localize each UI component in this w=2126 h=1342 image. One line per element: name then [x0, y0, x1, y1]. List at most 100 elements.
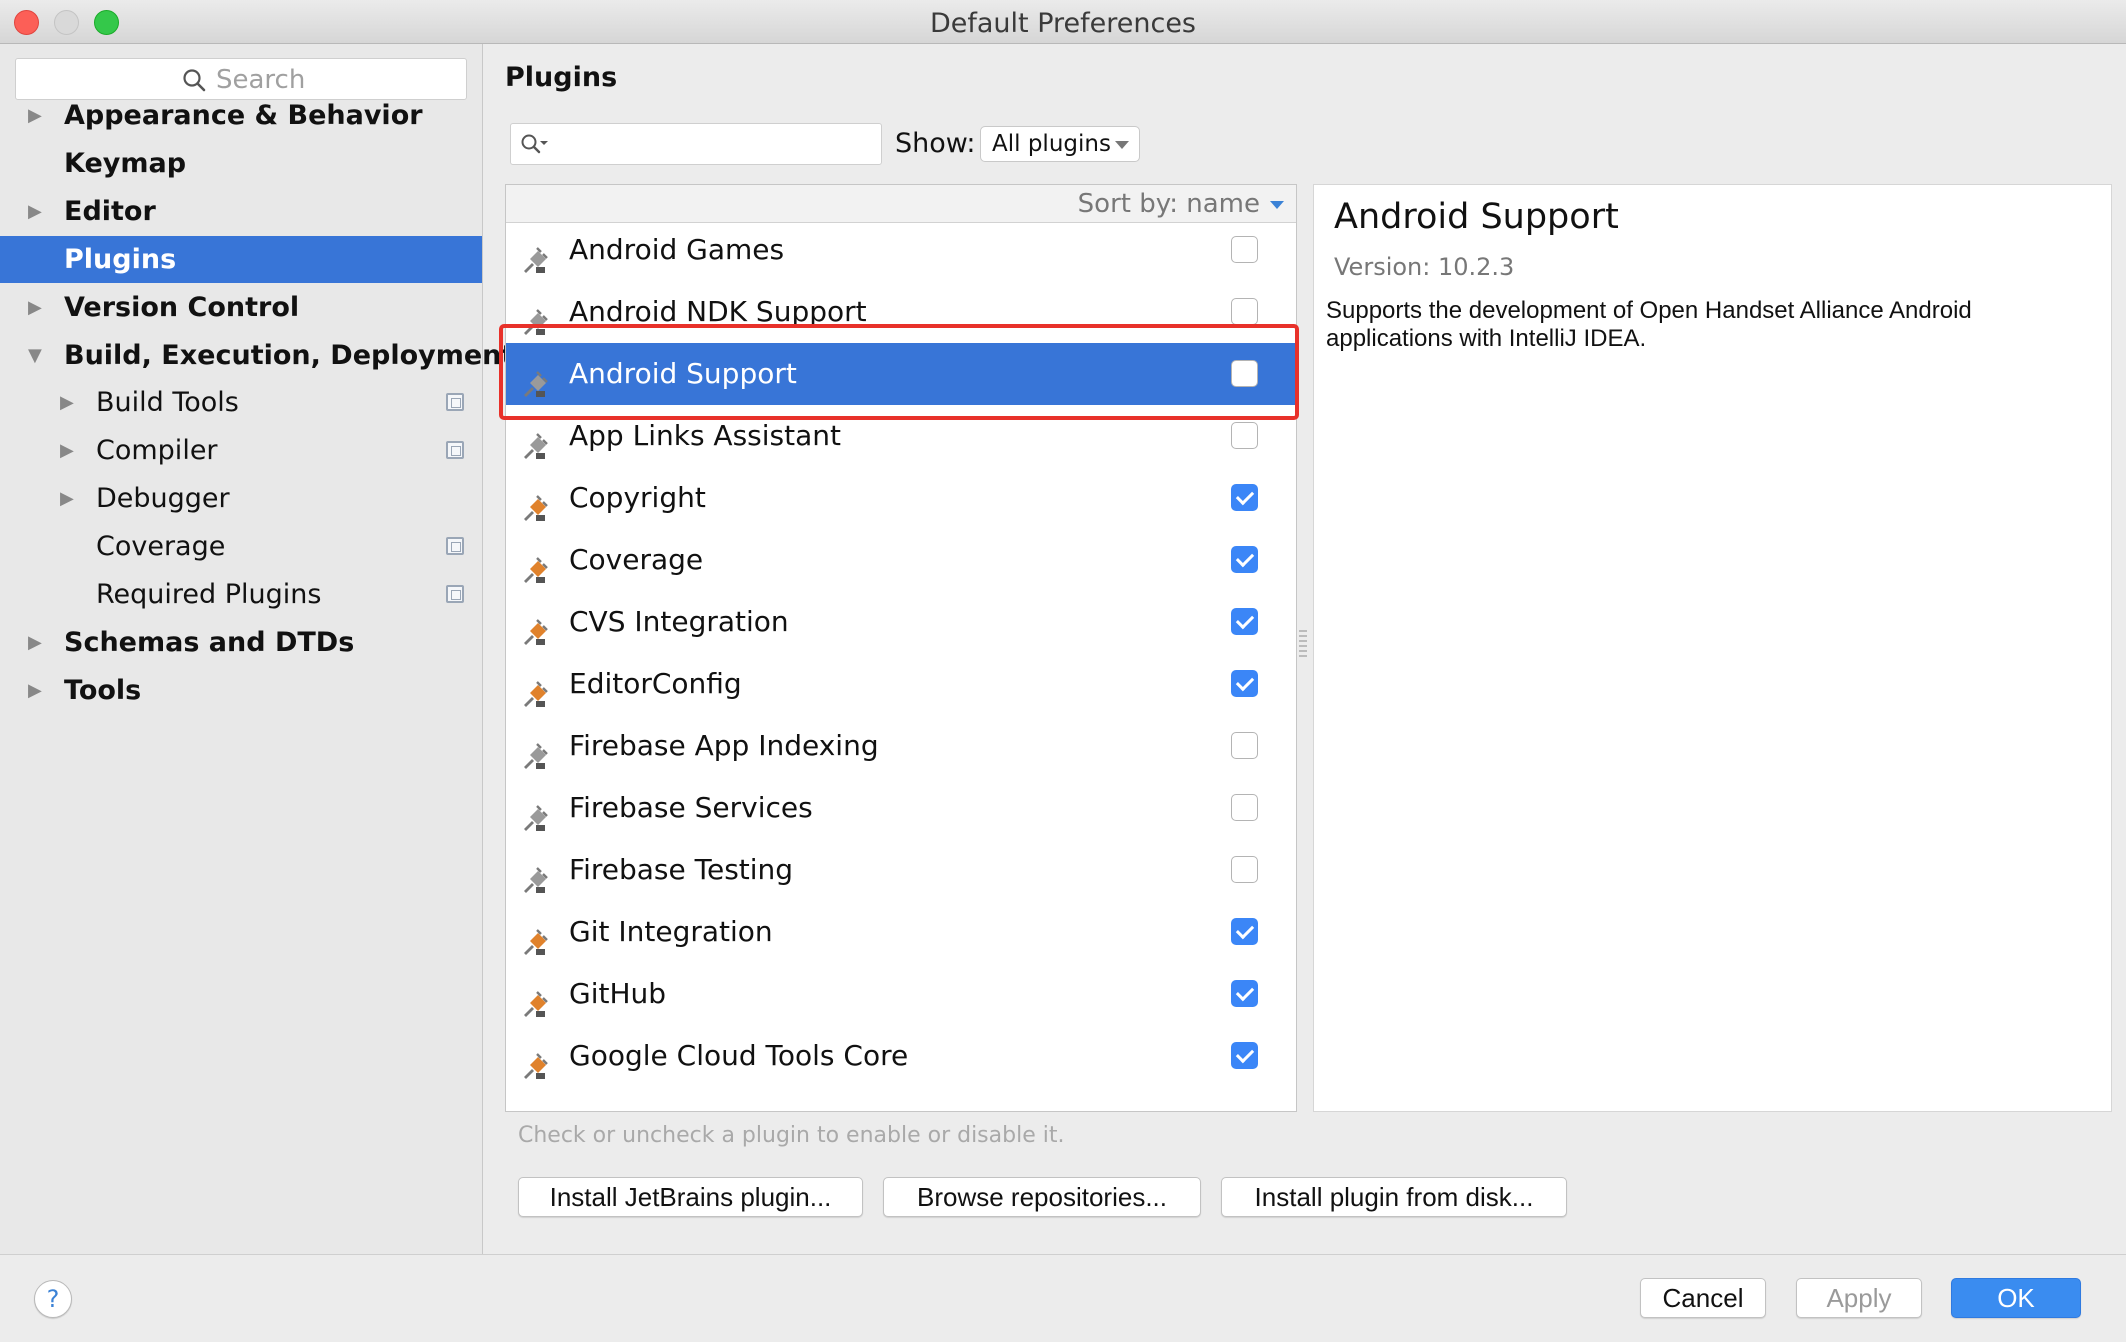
project-settings-icon [446, 393, 464, 412]
triangle-right-icon[interactable]: ▶ [28, 188, 48, 235]
plugin-enable-checkbox[interactable] [1231, 608, 1258, 635]
plugin-row-git-integration[interactable]: Git Integration [506, 901, 1296, 963]
plugin-row-app-links-assistant[interactable]: App Links Assistant [506, 405, 1296, 467]
plugin-enable-checkbox[interactable] [1231, 422, 1258, 449]
plug-icon [520, 545, 552, 583]
plug-icon [520, 731, 552, 769]
plugin-row-copyright[interactable]: Copyright [506, 467, 1296, 529]
plugin-name: Firebase Services [569, 791, 813, 824]
plugin-row-google-cloud-tools-core[interactable]: Google Cloud Tools Core [506, 1025, 1296, 1087]
plugin-detail-name: Android Support [1334, 197, 1619, 237]
plugin-enable-checkbox[interactable] [1231, 1042, 1258, 1069]
sidebar-item-build-tools[interactable]: ▶ Build Tools [0, 379, 482, 426]
sidebar-item-tools[interactable]: ▶ Tools [0, 667, 482, 714]
plugin-row-github[interactable]: GitHub [506, 963, 1296, 1025]
sidebar-item-label: Required Plugins [96, 579, 322, 610]
show-select-value: All plugins [992, 131, 1111, 157]
plugin-name: Android Games [569, 233, 785, 266]
plugin-row-cvs-integration[interactable]: CVS Integration [506, 591, 1296, 653]
plugin-name: Copyright [569, 481, 706, 514]
plugin-enable-checkbox[interactable] [1231, 794, 1258, 821]
plugin-row-firebase-testing[interactable]: Firebase Testing [506, 839, 1296, 901]
footer-divider [0, 1254, 2126, 1255]
splitter-handle[interactable] [1299, 630, 1307, 660]
project-settings-icon [446, 537, 464, 556]
plug-icon [520, 979, 552, 1017]
plugin-detail-version: Version: 10.2.3 [1334, 253, 1515, 281]
plugin-name: Android NDK Support [569, 295, 867, 328]
project-settings-icon [446, 441, 464, 460]
plugin-name: Firebase Testing [569, 853, 794, 886]
plug-icon [520, 917, 552, 955]
plugin-name: CVS Integration [569, 605, 789, 638]
plugin-enable-checkbox[interactable] [1231, 546, 1258, 573]
show-plugins-select[interactable]: All plugins [980, 126, 1140, 162]
plug-icon [520, 793, 552, 831]
sidebar-item-compiler[interactable]: ▶ Compiler [0, 427, 482, 474]
triangle-right-icon[interactable]: ▶ [60, 475, 80, 522]
plug-icon [520, 669, 552, 707]
sidebar-item-coverage[interactable]: Coverage [0, 523, 482, 570]
plugin-name: Google Cloud Tools Core [569, 1039, 909, 1072]
settings-sidebar: Search ▶ Appearance & Behavior Keymap ▶ Edit… [0, 44, 514, 1255]
sidebar-item-required-plugins[interactable]: Required Plugins [0, 571, 482, 618]
plugin-enable-checkbox[interactable] [1231, 980, 1258, 1007]
plugin-enable-checkbox[interactable] [1231, 670, 1258, 697]
plugin-enable-checkbox[interactable] [1231, 360, 1258, 387]
sidebar-item-editor[interactable]: ▶ Editor [0, 188, 482, 235]
plugin-row-editorconfig[interactable]: EditorConfig [506, 653, 1296, 715]
plugin-name: Coverage [569, 543, 704, 576]
plugin-row-coverage[interactable]: Coverage [506, 529, 1296, 591]
ok-button[interactable]: OK [1951, 1278, 2081, 1318]
sidebar-item-keymap[interactable]: Keymap [0, 140, 482, 187]
sort-bar[interactable]: Sort by: name [506, 185, 1296, 223]
triangle-right-icon[interactable]: ▶ [28, 667, 48, 714]
triangle-down-icon[interactable]: ▼ [28, 332, 48, 379]
sidebar-item-build-execution-deployment[interactable]: ▼ Build, Execution, Deployment [0, 332, 514, 379]
plugin-enable-checkbox[interactable] [1231, 918, 1258, 945]
triangle-right-icon[interactable]: ▶ [28, 284, 48, 331]
install-jetbrains-plugin-button[interactable]: Install JetBrains plugin... [518, 1177, 863, 1217]
sidebar-item-label: Compiler [96, 435, 218, 467]
sort-by-label[interactable]: Sort by: name [1078, 189, 1260, 219]
plugin-enable-checkbox[interactable] [1231, 236, 1258, 263]
plugin-enable-checkbox[interactable] [1231, 732, 1258, 759]
window-title: Default Preferences [929, 8, 1197, 39]
plugin-detail-description: Supports the development of Open Handset… [1326, 297, 1972, 352]
browse-repositories-button[interactable]: Browse repositories... [883, 1177, 1201, 1217]
plug-icon [520, 235, 552, 273]
triangle-right-icon[interactable]: ▶ [28, 92, 48, 139]
plugin-filter-input[interactable] [510, 123, 882, 165]
search-dropdown-icon [521, 134, 548, 154]
sidebar-item-schemas-and-dtds[interactable]: ▶ Schemas and DTDs [0, 619, 482, 666]
plugin-detail-panel: Android Support Version: 10.2.3 Supports… [1313, 184, 2112, 1112]
sidebar-item-label: Editor [64, 195, 156, 227]
plug-icon [520, 855, 552, 893]
cancel-button[interactable]: Cancel [1640, 1278, 1766, 1318]
plugin-name: Firebase App Indexing [569, 729, 879, 762]
plugin-row-android-games[interactable]: Android Games [506, 219, 1296, 281]
plugin-row-android-ndk-support[interactable]: Android NDK Support [506, 281, 1296, 343]
triangle-right-icon[interactable]: ▶ [28, 619, 48, 666]
chevron-down-icon [1115, 141, 1129, 149]
plugin-row-android-support[interactable]: Android Support [506, 343, 1296, 405]
triangle-right-icon[interactable]: ▶ [60, 379, 80, 426]
plugin-enable-checkbox[interactable] [1231, 298, 1258, 325]
sidebar-item-plugins[interactable]: Plugins [0, 235, 482, 283]
plugin-hint-text: Check or uncheck a plugin to enable or d… [518, 1123, 1065, 1148]
plugin-row-firebase-app-indexing[interactable]: Firebase App Indexing [506, 715, 1296, 777]
project-settings-icon [446, 585, 464, 603]
plugin-row-firebase-services[interactable]: Firebase Services [506, 777, 1296, 839]
help-button[interactable]: ? [34, 1280, 72, 1318]
plugin-name: GitHub [569, 977, 667, 1010]
sidebar-item-debugger[interactable]: ▶ Debugger [0, 475, 482, 522]
sidebar-item-version-control[interactable]: ▶ Version Control [0, 284, 482, 331]
plugin-name: App Links Assistant [569, 419, 841, 452]
sidebar-item-appearance-behavior[interactable]: ▶ Appearance & Behavior [0, 92, 482, 139]
apply-button[interactable]: Apply [1796, 1278, 1922, 1318]
plugin-enable-checkbox[interactable] [1231, 856, 1258, 883]
sort-chevron-down-icon [1270, 201, 1284, 209]
triangle-right-icon[interactable]: ▶ [60, 427, 80, 474]
plugin-enable-checkbox[interactable] [1231, 484, 1258, 511]
install-plugin-from-disk-button[interactable]: Install plugin from disk... [1221, 1177, 1567, 1217]
